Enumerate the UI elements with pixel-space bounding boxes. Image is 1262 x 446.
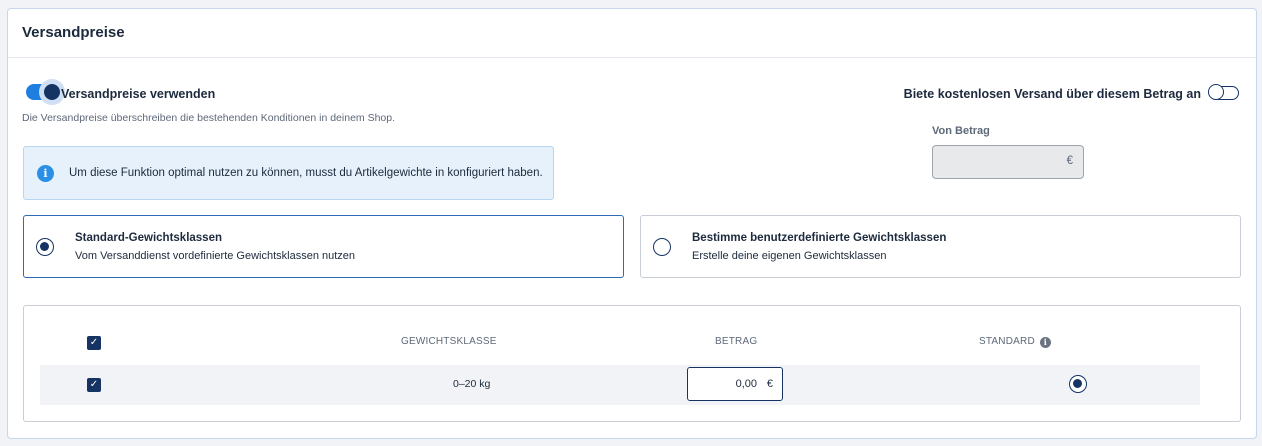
option-title: Bestimme benutzerdefinierte Gewichtsklas… (692, 232, 947, 244)
radio-custom-weight-classes[interactable] (653, 238, 671, 256)
shipping-prices-description: Die Versandpreise überschreiben die best… (22, 112, 396, 124)
option-description: Vom Versanddienst vordefinierte Gewichts… (75, 250, 356, 262)
radio-standard-weight-classes[interactable] (36, 238, 54, 256)
default-radio[interactable] (1069, 375, 1087, 393)
weight-class-cell: 0–20 kg (453, 378, 491, 390)
info-alert: i Um diese Funktion optimal nutzen zu kö… (23, 146, 554, 200)
shipping-prices-toggle[interactable] (26, 79, 65, 105)
option-standard-weight-classes[interactable]: Standard-Gewichtsklassen Vom Versanddien… (23, 215, 624, 278)
option-title: Standard-Gewichtsklassen (75, 232, 222, 244)
info-alert-text: Um diese Funktion optimal nutzen zu könn… (69, 167, 543, 179)
free-shipping-toggle[interactable] (1208, 83, 1239, 100)
shipping-prices-toggle-label: Versandpreise verwenden (61, 87, 216, 101)
column-header-default-label: STANDARD (979, 336, 1035, 347)
weight-classes-table: ✓ GEWICHTSKLASSE BETRAG STANDARD i ✓ 0–20… (23, 305, 1241, 422)
amount-input[interactable]: 0,00 € (687, 367, 783, 401)
info-icon[interactable]: i (1039, 337, 1051, 348)
amount-value: 0,00 (735, 378, 757, 390)
page-title: Versandpreise (22, 24, 125, 41)
row-checkbox[interactable]: ✓ (87, 378, 101, 392)
column-header-weight: GEWICHTSKLASSE (401, 336, 497, 347)
table-row: ✓ 0–20 kg 0,00 € (40, 365, 1200, 405)
from-amount-input[interactable]: € (932, 145, 1084, 179)
option-custom-weight-classes[interactable]: Bestimme benutzerdefinierte Gewichtsklas… (640, 215, 1241, 278)
column-header-amount: BETRAG (715, 336, 758, 347)
currency-symbol: € (766, 378, 773, 390)
currency-symbol: € (1066, 155, 1073, 167)
free-shipping-label: Biete kostenlosen Versand über diesem Be… (903, 87, 1201, 101)
info-icon: i (37, 165, 54, 182)
shipping-prices-card: Versandpreise Versandpreise verwenden Di… (7, 8, 1257, 439)
toggle-knob (1208, 83, 1224, 100)
column-header-default: STANDARD i (979, 336, 1051, 348)
card-header: Versandpreise (8, 9, 1256, 58)
select-all-checkbox[interactable]: ✓ (87, 336, 101, 350)
option-description: Erstelle deine eigenen Gewichtsklassen (692, 250, 887, 262)
from-amount-label: Von Betrag (932, 125, 990, 137)
